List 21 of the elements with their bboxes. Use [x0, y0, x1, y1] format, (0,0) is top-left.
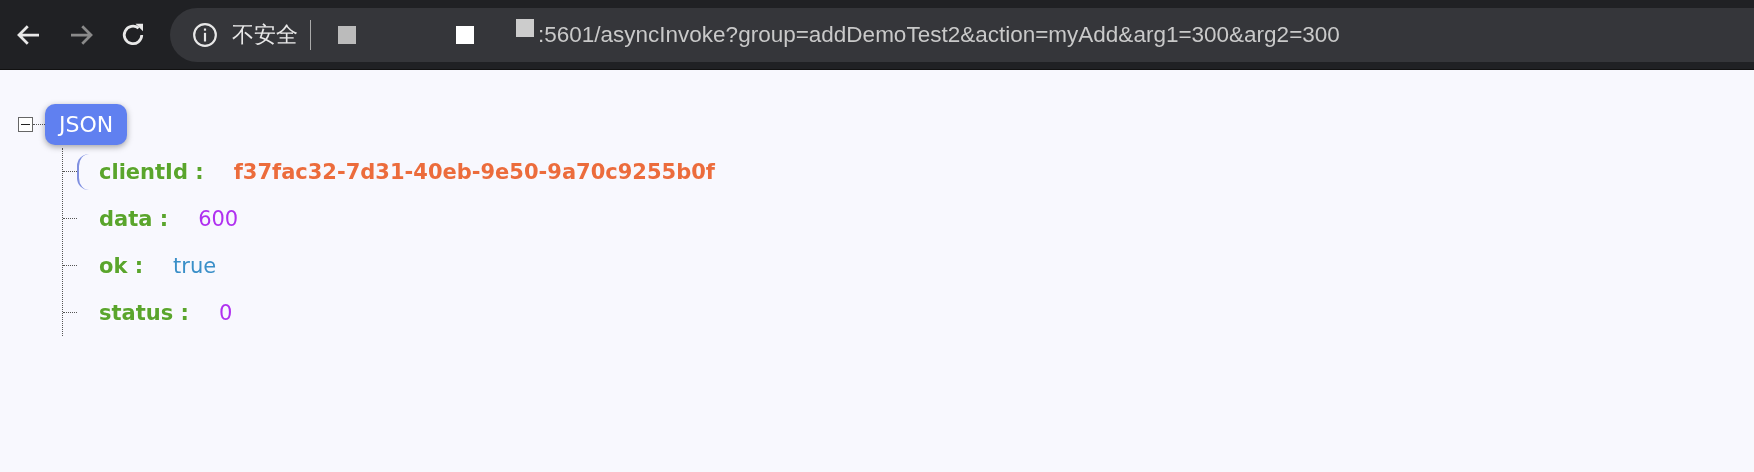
security-label: 不安全 — [232, 20, 298, 49]
property-value: 0 — [218, 300, 233, 325]
property-key: status : — [99, 300, 189, 325]
property-value: true — [173, 253, 217, 278]
address-bar[interactable]: 不安全 :5601/asyncInvoke?group=addDemoTest2&action=myAdd&arg1=300&arg2=300 — [170, 7, 1754, 62]
collapse-toggle[interactable] — [18, 116, 33, 132]
property-key: clientId : — [99, 159, 204, 184]
tree-node[interactable]: status : 0 — [77, 294, 243, 331]
tree-node[interactable]: ok : true — [77, 247, 227, 284]
property-value: f37fac32-7d31-40eb-9e50-9a70c9255b0f — [233, 159, 715, 184]
redaction-mark — [516, 18, 534, 37]
redaction-mark — [338, 25, 356, 44]
property-key: ok : — [99, 253, 144, 278]
tree-node[interactable]: clientId : f37fac32-7d31-40eb-9e50-9a70c9255b0f — [77, 153, 725, 190]
info-icon[interactable] — [192, 21, 218, 48]
url-text: :5601/asyncInvoke?group=addDemoTest2&action=myAdd&arg1=300&arg2=300 — [538, 21, 1340, 48]
root-node[interactable]: JSON — [45, 103, 128, 145]
property-value: 600 — [198, 206, 239, 231]
property-key: data : — [99, 206, 169, 231]
redaction-mark — [456, 25, 474, 44]
tree-node[interactable]: data : 600 — [77, 200, 249, 237]
